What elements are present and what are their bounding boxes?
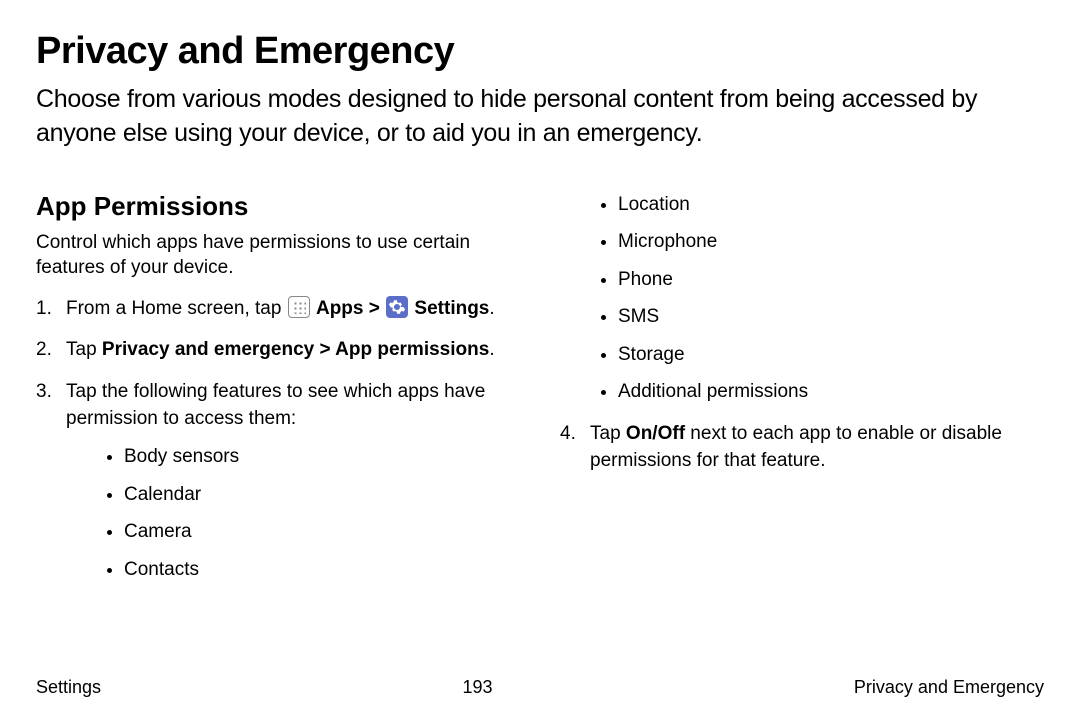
steps-list-right: Tap On/Off next to each app to enable or… bbox=[560, 420, 1044, 475]
step-1-text-pre: From a Home screen, tap bbox=[66, 298, 287, 319]
step-2-bold: Privacy and emergency > App permissions bbox=[102, 339, 489, 360]
step-2-end: . bbox=[489, 339, 494, 360]
section-title: App Permissions bbox=[36, 191, 520, 222]
footer-left: Settings bbox=[36, 677, 101, 698]
list-item: Calendar bbox=[124, 481, 520, 509]
step-1-sep: > bbox=[369, 298, 385, 319]
list-item: Location bbox=[618, 191, 1044, 219]
step-2: Tap Privacy and emergency > App permissi… bbox=[36, 336, 520, 364]
column-left: App Permissions Control which apps have … bbox=[36, 191, 520, 598]
step-1-apps: Apps bbox=[316, 298, 364, 319]
step-3-text: Tap the following features to see which … bbox=[66, 381, 485, 430]
settings-icon bbox=[386, 296, 408, 318]
document-page: Privacy and Emergency Choose from variou… bbox=[0, 0, 1080, 720]
content-columns: App Permissions Control which apps have … bbox=[36, 191, 1044, 598]
step-2-pre: Tap bbox=[66, 339, 102, 360]
apps-icon bbox=[288, 296, 310, 318]
section-desc: Control which apps have permissions to u… bbox=[36, 230, 520, 281]
footer-right: Privacy and Emergency bbox=[854, 677, 1044, 698]
step-1: From a Home screen, tap Apps > Settings. bbox=[36, 295, 520, 323]
footer-page-number: 193 bbox=[462, 677, 492, 698]
list-item: Microphone bbox=[618, 228, 1044, 256]
list-item: Body sensors bbox=[124, 443, 520, 471]
step-4-bold: On/Off bbox=[626, 423, 685, 444]
page-title: Privacy and Emergency bbox=[36, 30, 1044, 73]
page-footer: Settings 193 Privacy and Emergency bbox=[36, 677, 1044, 698]
list-item: Storage bbox=[618, 341, 1044, 369]
step-4: Tap On/Off next to each app to enable or… bbox=[560, 420, 1044, 475]
step-4-pre: Tap bbox=[590, 423, 626, 444]
features-list-left: Body sensors Calendar Camera Contacts bbox=[66, 443, 520, 583]
column-right: Location Microphone Phone SMS Storage Ad… bbox=[560, 191, 1044, 598]
step-3: Tap the following features to see which … bbox=[36, 378, 520, 583]
step-1-end: . bbox=[489, 298, 494, 319]
list-item: Camera bbox=[124, 518, 520, 546]
list-item: Contacts bbox=[124, 556, 520, 584]
steps-list-left: From a Home screen, tap Apps > Settings.… bbox=[36, 295, 520, 583]
list-item: Additional permissions bbox=[618, 378, 1044, 406]
page-intro: Choose from various modes designed to hi… bbox=[36, 83, 1036, 151]
list-item: Phone bbox=[618, 266, 1044, 294]
features-list-right: Location Microphone Phone SMS Storage Ad… bbox=[560, 191, 1044, 406]
step-1-settings: Settings bbox=[414, 298, 489, 319]
list-item: SMS bbox=[618, 303, 1044, 331]
